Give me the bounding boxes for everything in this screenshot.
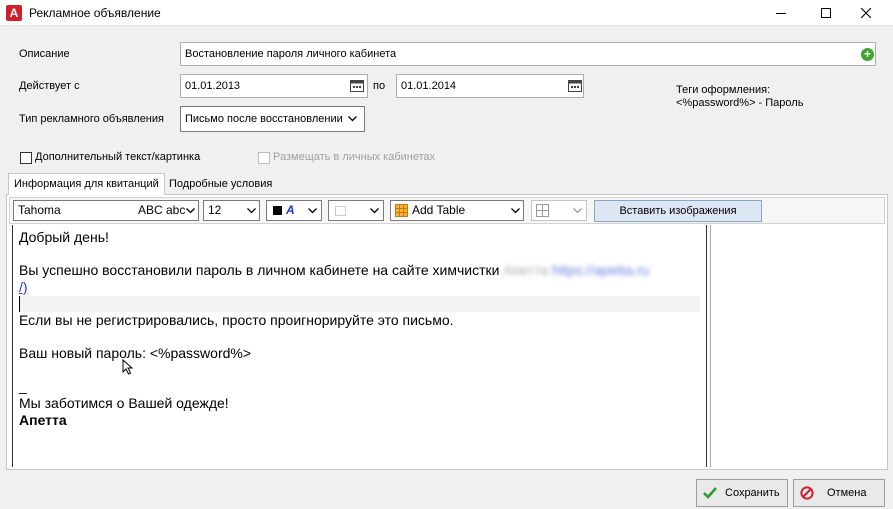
extra-text-checkbox[interactable]	[20, 152, 32, 164]
calendar-icon[interactable]	[568, 79, 582, 92]
font-name: Tahoma	[18, 203, 61, 217]
minimize-button[interactable]	[761, 0, 801, 26]
text-caret	[19, 296, 20, 312]
window-title: Рекламное объявление	[29, 6, 161, 20]
tab-receipts-info[interactable]: Информация для квитанций	[8, 173, 165, 195]
editor-line: Добрый день!	[19, 229, 109, 245]
chevron-down-icon	[370, 208, 379, 214]
highlight-swatch	[335, 206, 346, 216]
tags-value: <%password%> - Пароль	[676, 97, 804, 109]
chevron-down-icon	[348, 116, 357, 122]
cancel-icon	[800, 486, 814, 500]
text-color-icon: A	[286, 203, 295, 217]
minimize-icon	[776, 13, 786, 14]
chevron-down-icon	[573, 208, 582, 214]
cancel-button[interactable]: Отмена	[793, 479, 885, 507]
chevron-down-icon	[308, 208, 317, 214]
chevron-down-icon	[186, 208, 195, 214]
maximize-icon	[821, 8, 831, 18]
mouse-cursor-icon	[122, 359, 134, 375]
blurred-company-name: Апетта	[503, 262, 549, 278]
cancel-button-label: Отмена	[827, 487, 867, 499]
close-icon	[861, 8, 871, 18]
tags-title: Теги оформления:	[676, 84, 771, 96]
extra-text-label: Дополнительный текст/картинка	[35, 151, 201, 163]
grid-icon	[536, 204, 549, 217]
table-icon	[395, 204, 408, 217]
ad-type-label: Тип рекламного объявления	[19, 113, 164, 125]
personal-cabinet-checkbox[interactable]	[258, 152, 270, 164]
description-input[interactable]: Востановление пароля личного кабинета	[180, 42, 876, 66]
color-swatch	[273, 206, 282, 215]
insert-images-button[interactable]: Вставить изображения	[594, 200, 762, 222]
font-size-value: 12	[208, 203, 222, 217]
save-button[interactable]: Сохранить	[696, 479, 788, 507]
title-bar: А Рекламное объявление	[0, 0, 893, 26]
editor-line: _	[19, 378, 27, 394]
checkmark-icon	[703, 487, 717, 499]
current-line	[19, 296, 700, 312]
side-pane	[710, 225, 886, 467]
add-icon[interactable]: +	[861, 48, 874, 61]
editor-toolbar: Tahoma ABC abc 12 A Add Table Вставить и…	[9, 197, 885, 224]
add-table-label: Add Table	[412, 203, 466, 217]
personal-cabinet-label: Размещать в личных кабинетах	[273, 151, 436, 163]
editor-line: Если вы не регистрировались, просто прои…	[19, 312, 454, 328]
editor-signature: Апетта	[19, 412, 67, 428]
message-editor[interactable]: Добрый день! Вы успешно восстановили пар…	[12, 225, 707, 467]
editor-line: Мы заботимся о Вашей одежде!	[19, 395, 229, 411]
editor-line: Вы успешно восстановили пароль в личном …	[19, 262, 650, 278]
tab-detailed-conditions[interactable]: Подробные условия	[164, 174, 277, 194]
maximize-button[interactable]	[806, 0, 846, 26]
font-family-select[interactable]: Tahoma ABC abc	[13, 200, 199, 221]
chevron-down-icon	[511, 208, 520, 214]
blurred-site-link: https://apetta.ru	[551, 262, 650, 278]
add-table-select[interactable]: Add Table	[390, 200, 524, 221]
calendar-icon[interactable]	[350, 79, 364, 92]
save-button-label: Сохранить	[725, 487, 780, 499]
valid-from-label: Действует с	[19, 80, 80, 92]
ad-type-select[interactable]: Письмо после восстановлении	[180, 106, 365, 132]
description-label: Описание	[19, 48, 70, 60]
chevron-down-icon	[247, 208, 256, 214]
valid-from-date-input[interactable]: 01.01.2013	[180, 74, 368, 98]
site-link-tail[interactable]: /)	[19, 279, 28, 295]
valid-to-label: по	[373, 80, 386, 92]
editor-line: /)	[19, 279, 700, 296]
app-logo-icon: А	[6, 5, 22, 21]
font-preview: ABC abc	[138, 203, 186, 217]
valid-to-date-input[interactable]: 01.01.2014	[396, 74, 584, 98]
ad-type-value: Письмо после восстановлении	[185, 113, 343, 125]
close-button[interactable]	[846, 0, 886, 26]
